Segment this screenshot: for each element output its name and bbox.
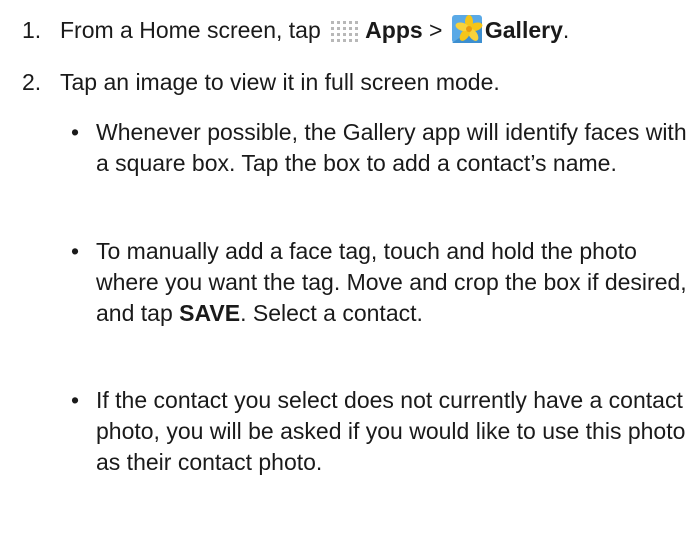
gallery-label: Gallery [484,17,563,43]
step-suffix: . [562,17,570,43]
separator: > [422,17,449,43]
save-label: SAVE [179,300,241,326]
bullet-item: • If the contact you select does not cur… [71,385,696,478]
bullet-text-after: . Select a contact. [240,300,423,326]
step-text: From a Home screen, tap [60,17,328,43]
bullet-dot-icon: • [71,387,80,413]
step-number: 2. [22,69,42,95]
bullet-text: If the contact you select does not curre… [96,387,686,475]
bullet-text: To manually add a face tag, touch and ho… [96,236,696,329]
step-text: Tap an image to view it in full screen m… [60,69,500,95]
bullet-dot-icon: • [71,119,80,145]
instructions-document: 1. From a Home screen, tap Apps > Galler… [0,0,700,546]
apps-grid-icon [329,18,363,51]
bullet-text: Whenever possible, the Gallery app will … [96,119,687,176]
apps-label: Apps [365,17,423,43]
bullet-item: • To manually add a face tag, touch and … [71,236,696,329]
bullet-dot-icon: • [71,238,80,264]
bullet-item: • Whenever possible, the Gallery app wil… [71,117,696,179]
step-number: 1. [22,17,42,43]
step-1: 1. From a Home screen, tap Apps > Galler… [22,14,569,51]
gallery-flower-icon [451,14,483,51]
step-2: 2. Tap an image to view it in full screen… [22,67,500,97]
